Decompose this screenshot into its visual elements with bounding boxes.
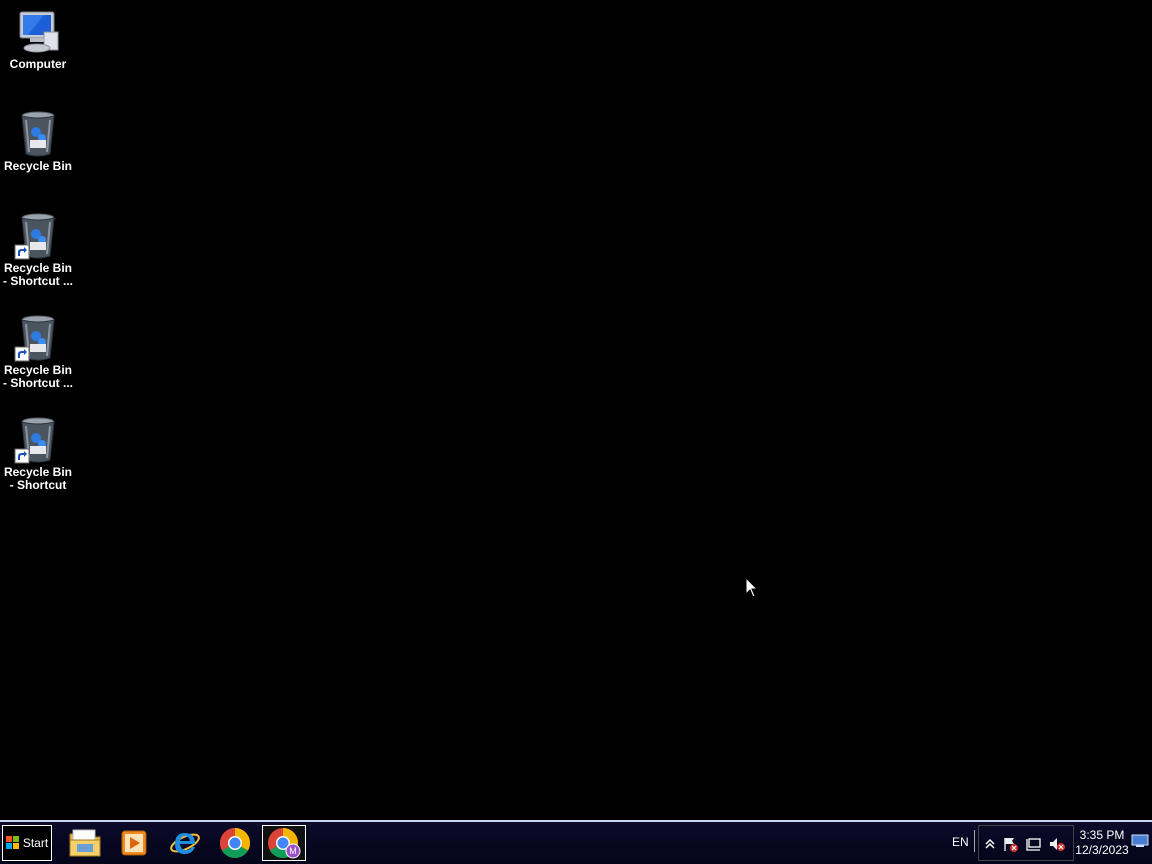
desktop-icon-recycle-bin-shortcut[interactable]: Recycle Bin - Shortcut ... [2,314,74,390]
desktop-icon-label: Computer [9,57,67,71]
taskbar-chrome-profile-button[interactable]: M [262,825,306,861]
volume-muted-icon[interactable] [1049,836,1065,852]
clock-time: 3:35 PM [1079,828,1125,842]
svg-text:M: M [289,846,297,856]
system-tray [978,825,1074,861]
language-indicator[interactable]: EN [952,835,969,849]
recycle-bin-icon [14,110,62,158]
desktop-icon-label: Recycle Bin [3,159,73,173]
taskbar-internet-explorer-button[interactable] [163,825,207,861]
action-center-flag-icon[interactable] [1002,836,1018,852]
start-label: Start [22,836,49,850]
clock-date: 12/3/2023 [1075,843,1129,857]
desktop-icon-label: Recycle Bin - Shortcut ... [3,363,73,390]
show-desktop-icon[interactable] [1131,834,1149,848]
recycle-bin-shortcut-icon [14,314,62,362]
windows-logo-icon [5,836,19,849]
start-button[interactable]: Start [2,825,52,861]
file-explorer-icon [69,829,101,857]
desktop-icon-recycle-bin-shortcut[interactable]: Recycle Bin - Shortcut [2,416,74,492]
taskbar-chrome-button[interactable] [213,825,257,861]
desktop[interactable]: Computer Recycle Bin Recycle Bin - Short… [0,0,1152,820]
tray-divider [974,830,975,852]
mouse-cursor-icon [745,577,759,598]
desktop-icon-label: Recycle Bin - Shortcut ... [3,261,73,288]
chrome-profile-icon: M [268,828,301,859]
recycle-bin-shortcut-icon [14,212,62,260]
taskbar-media-player-button[interactable] [112,825,156,861]
recycle-bin-shortcut-icon [14,416,62,464]
computer-icon [14,8,62,56]
desktop-icon-label: Recycle Bin - Shortcut [3,465,73,492]
desktop-icon-recycle-bin-shortcut[interactable]: Recycle Bin - Shortcut ... [2,212,74,288]
desktop-icon-recycle-bin[interactable]: Recycle Bin [2,110,74,173]
taskbar: Start M EN 3:35 PM 12/3/2023 [0,820,1152,864]
taskbar-clock[interactable]: 3:35 PM 12/3/2023 [1072,828,1132,858]
media-player-icon [121,830,147,856]
network-icon[interactable] [1026,836,1042,852]
taskbar-file-explorer-button[interactable] [63,825,107,861]
internet-explorer-icon [170,833,200,854]
chrome-icon [219,828,251,859]
desktop-icon-computer[interactable]: Computer [2,8,74,71]
show-hidden-icons-chevron-icon[interactable] [982,836,998,852]
